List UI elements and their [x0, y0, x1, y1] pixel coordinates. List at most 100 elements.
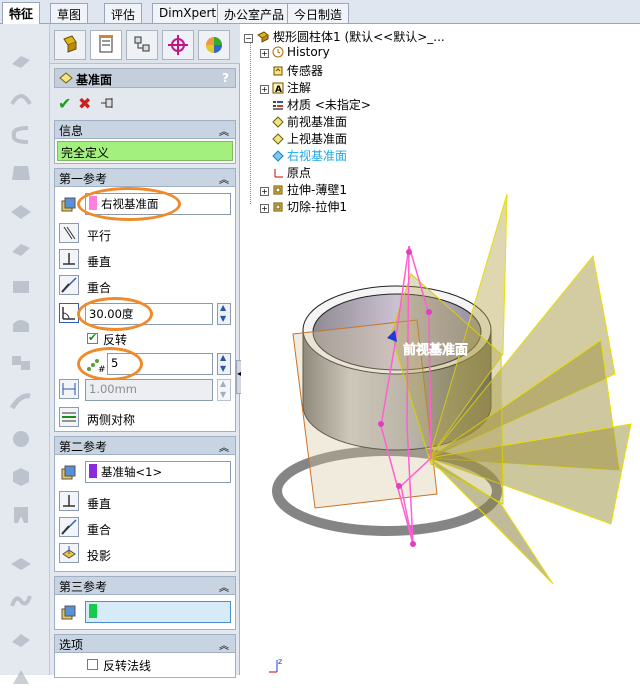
tab-dimxpert-manager[interactable]	[162, 30, 194, 60]
instant3d-icon[interactable]	[8, 628, 34, 650]
tab-evaluate[interactable]: 评估	[104, 3, 143, 23]
tree-item-extrude-thin[interactable]: + 拉伸-薄壁1	[260, 181, 347, 198]
tree-item-sensors[interactable]: 传感器	[272, 62, 323, 79]
highlight-oval	[77, 187, 181, 221]
expand-toggle-icon[interactable]: +	[260, 204, 269, 213]
tree-item-history[interactable]: + History	[260, 45, 330, 62]
boundary-icon[interactable]	[8, 200, 34, 222]
tree-item-label: 切除-拉伸1	[287, 200, 347, 214]
tree-guide-line	[250, 38, 251, 204]
options-header[interactable]: 选项 ︽	[55, 635, 235, 653]
tab-feature-tree[interactable]	[54, 30, 86, 60]
flip-normal-checkbox[interactable]	[87, 659, 98, 670]
cut-feature-icon	[273, 202, 283, 212]
parallel-icon	[63, 226, 76, 240]
part-icon	[257, 31, 269, 43]
ok-button[interactable]: ✔	[58, 94, 71, 113]
third-reference-header[interactable]: 第三参考 ︽	[55, 577, 235, 595]
selection-color-swatch	[89, 604, 97, 618]
expand-toggle-icon[interactable]: +	[260, 49, 269, 58]
tree-root[interactable]: − 楔形圆柱体1 (默认<<默认>_...	[244, 28, 445, 45]
tab-features[interactable]: 特征	[2, 2, 41, 24]
tree-item-front-plane[interactable]: 前视基准面	[272, 113, 347, 130]
perpendicular-button[interactable]	[59, 491, 79, 511]
third-reference-field[interactable]	[85, 601, 231, 623]
tree-item-cut-extrude[interactable]: + 切除-拉伸1	[260, 198, 347, 215]
coincident-button[interactable]	[59, 517, 79, 537]
reference-geometry-icon[interactable]	[8, 552, 34, 574]
tab-property-manager[interactable]	[90, 30, 122, 60]
sweep-icon[interactable]	[8, 124, 34, 146]
spin-down-icon[interactable]: ▼	[220, 364, 226, 373]
panel-title: 基准面	[76, 73, 113, 87]
handle-point[interactable]	[410, 541, 416, 547]
tab-dimxpert[interactable]: DimXpert	[152, 3, 224, 23]
first-reference-header[interactable]: 第一参考 ︽	[55, 169, 235, 187]
action-buttons: ✔ ✖	[56, 92, 236, 116]
mid-plane-button[interactable]	[59, 407, 79, 427]
sheet-metal-icon[interactable]	[8, 666, 34, 688]
rib-icon[interactable]	[8, 390, 34, 412]
tab-configuration-manager[interactable]	[126, 30, 158, 60]
first-reference-label: 第一参考	[59, 172, 108, 186]
project-button[interactable]	[59, 543, 79, 563]
cancel-button[interactable]: ✖	[78, 94, 91, 113]
svg-text:A: A	[275, 85, 282, 94]
spin-up-icon[interactable]: ▲	[220, 303, 226, 312]
revolve-icon[interactable]	[8, 86, 34, 108]
tree-item-annotations[interactable]: + A 注解	[260, 79, 311, 96]
loft-icon[interactable]	[8, 162, 34, 184]
pattern-icon[interactable]	[8, 352, 34, 374]
spin-down-icon[interactable]: ▼	[220, 314, 226, 323]
distance-input[interactable]: 1.00mm	[85, 379, 213, 401]
tab-display-manager[interactable]	[198, 30, 230, 60]
tab-office-products[interactable]: 办公室产品	[217, 3, 292, 23]
distance-button[interactable]	[59, 379, 79, 399]
view-triad-icon: z	[269, 657, 282, 673]
fillet-icon[interactable]	[8, 314, 34, 336]
spin-up-icon[interactable]: ▲	[220, 379, 226, 388]
tree-item-right-plane[interactable]: 右视基准面	[272, 147, 347, 164]
tree-item-material[interactable]: 材质 <未指定>	[272, 96, 371, 113]
tab-today-manufacturing[interactable]: 今日制造	[287, 3, 350, 23]
handle-point[interactable]	[396, 483, 402, 489]
handle-point[interactable]	[426, 309, 432, 315]
angle-button[interactable]	[59, 303, 79, 323]
cut-extrude-icon[interactable]	[8, 238, 34, 260]
second-reference-field[interactable]: 基准轴<1>	[85, 461, 231, 483]
distance-spinner[interactable]: ▲ ▼	[217, 379, 231, 401]
perpendicular-button[interactable]	[59, 249, 79, 269]
spin-up-icon[interactable]: ▲	[220, 353, 226, 362]
handle-point[interactable]	[406, 249, 412, 255]
cut-revolve-icon[interactable]	[8, 276, 34, 298]
shell-icon[interactable]	[8, 466, 34, 488]
perpendicular-icon	[63, 253, 75, 265]
tree-item-top-plane[interactable]: 上视基准面	[272, 130, 347, 147]
extrude-icon[interactable]	[8, 48, 34, 70]
expand-toggle-icon[interactable]: +	[260, 187, 269, 196]
info-header[interactable]: 信息 ︽	[55, 121, 235, 139]
parallel-button[interactable]	[59, 223, 79, 243]
help-button[interactable]: ?	[222, 71, 229, 85]
curves-icon[interactable]	[8, 590, 34, 612]
expand-toggle-icon[interactable]: +	[260, 85, 269, 94]
coincident-button[interactable]	[59, 275, 79, 295]
tree-item-label: History	[287, 45, 330, 59]
count-spinner[interactable]: ▲ ▼	[217, 353, 231, 375]
spin-down-icon[interactable]: ▼	[220, 390, 226, 399]
tree-item-origin[interactable]: 原点	[272, 164, 311, 181]
sensor-icon	[273, 66, 283, 76]
handle-point[interactable]	[378, 421, 384, 427]
second-reference-header[interactable]: 第二参考 ︽	[55, 437, 235, 455]
wrap-icon[interactable]	[8, 504, 34, 526]
plane-icon	[272, 133, 284, 145]
third-reference-section: 第三参考 ︽	[54, 576, 236, 630]
flip-checkbox[interactable]: ✔	[87, 331, 98, 344]
pushpin-icon[interactable]	[100, 96, 116, 110]
angle-spinner[interactable]: ▲ ▼	[217, 303, 231, 325]
draft-icon[interactable]	[8, 428, 34, 450]
collapse-toggle-icon[interactable]: −	[244, 34, 253, 43]
tree-item-label: 材质 <未指定>	[287, 98, 371, 112]
checkmark-icon: ✔	[88, 331, 98, 344]
tab-sketch[interactable]: 草图	[50, 3, 89, 23]
